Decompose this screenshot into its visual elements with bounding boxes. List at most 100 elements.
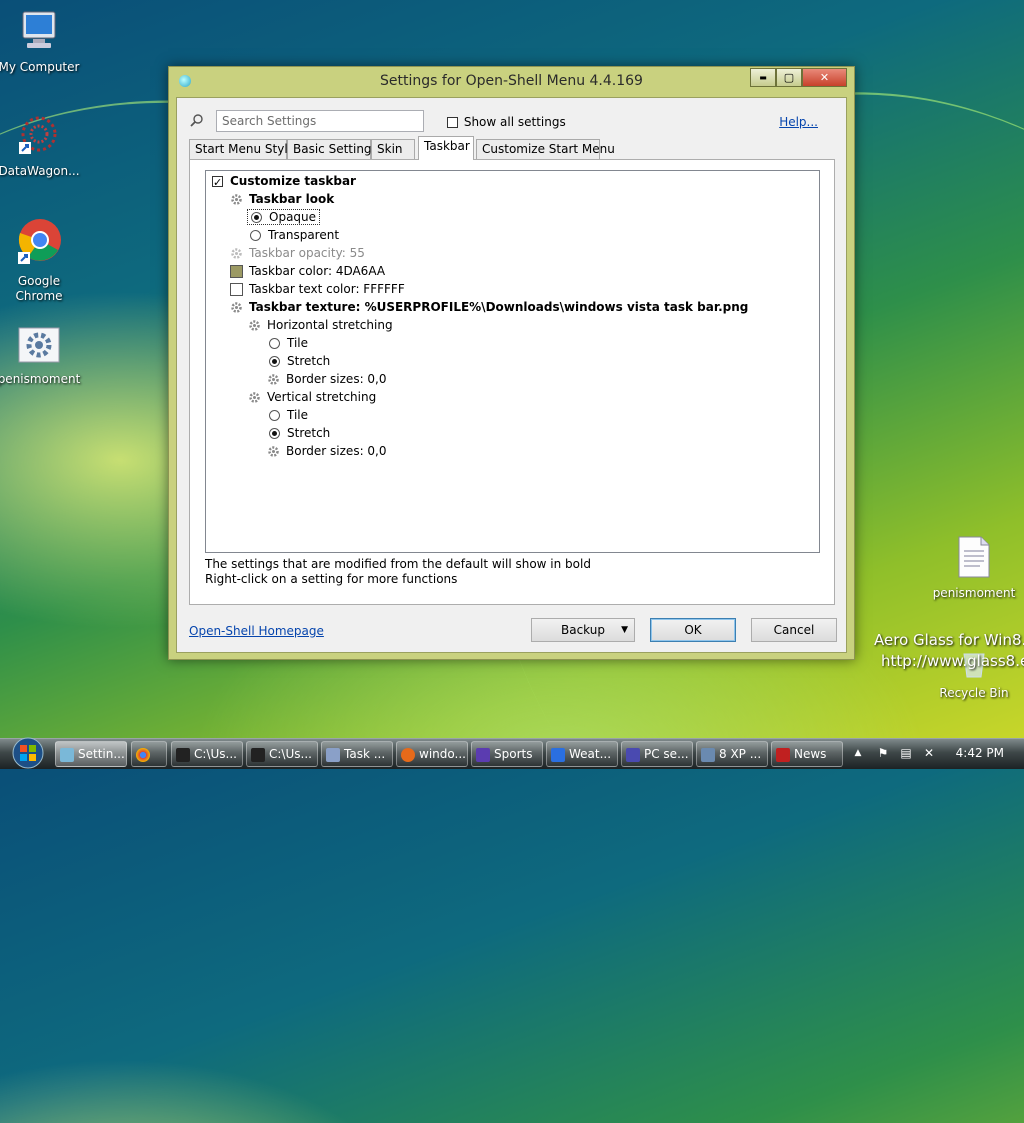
desktop-icon-label: Recycle Bin bbox=[939, 686, 1009, 700]
desktop-icon-datawagon[interactable]: DataWagon... bbox=[0, 114, 81, 179]
desktop-icon-penismoment-file[interactable]: penismoment bbox=[932, 536, 1016, 601]
v-stretch-radio[interactable] bbox=[269, 428, 280, 439]
setting-taskbar-opacity[interactable]: Taskbar opacity: 55 bbox=[230, 244, 365, 262]
network-icon[interactable]: ▤ bbox=[899, 746, 913, 760]
start-orb-icon[interactable] bbox=[4, 737, 46, 769]
ok-button[interactable]: OK bbox=[650, 618, 736, 642]
setting-taskbar-look[interactable]: Taskbar look bbox=[230, 190, 334, 208]
chrome-icon bbox=[18, 219, 61, 264]
setting-v-stretch[interactable]: Stretch bbox=[269, 424, 330, 442]
setting-h-border-sizes[interactable]: Border sizes: 0,0 bbox=[267, 370, 387, 388]
taskbar-item-firefox[interactable]: windo... bbox=[396, 741, 468, 767]
focused-item: Opaque bbox=[247, 209, 321, 225]
desktop-icon-label: penismoment bbox=[932, 586, 1016, 600]
setting-h-stretch[interactable]: Stretch bbox=[269, 352, 330, 370]
7zip-icon bbox=[251, 747, 265, 762]
footnote-right-click-hint: Right-click on a setting for more functi… bbox=[205, 572, 458, 586]
taskbar-item-label: Sports bbox=[494, 747, 533, 761]
datawagon-icon bbox=[19, 116, 57, 154]
dialog-client: Show all settings Help... Start Menu Sty… bbox=[176, 97, 847, 653]
cancel-button[interactable]: Cancel bbox=[751, 618, 837, 642]
volume-muted-icon[interactable]: ✕ bbox=[922, 746, 936, 760]
taskbar-item-7zip-2[interactable]: C:\Us... bbox=[246, 741, 318, 767]
setting-customize-taskbar[interactable]: Customize taskbar bbox=[212, 172, 356, 192]
taskbar: Settin... C:\Us... C:\Us... Task ... win… bbox=[0, 737, 1024, 769]
customize-taskbar-checkbox[interactable] bbox=[212, 174, 223, 192]
h-tile-radio[interactable] bbox=[269, 338, 280, 349]
v-tile-radio[interactable] bbox=[269, 410, 280, 421]
7zip-icon bbox=[176, 747, 190, 762]
gear-icon bbox=[268, 374, 279, 385]
maximize-button[interactable]: ▢ bbox=[776, 68, 802, 87]
setting-label: Stretch bbox=[287, 354, 331, 368]
show-hidden-icons-icon[interactable]: ▲ bbox=[851, 746, 865, 760]
opaque-radio[interactable] bbox=[251, 212, 262, 223]
backup-button[interactable]: Backup ▼ bbox=[531, 618, 635, 642]
trophy-icon bbox=[476, 747, 490, 762]
setting-label: Taskbar text color: FFFFFF bbox=[249, 282, 405, 296]
setting-label: Taskbar opacity: 55 bbox=[249, 246, 365, 260]
setting-label: Taskbar look bbox=[249, 192, 335, 206]
taskbar-item-pc-settings[interactable]: PC se... bbox=[621, 741, 693, 767]
taskbar-item-settings[interactable]: Settin... bbox=[55, 741, 127, 767]
setting-label: Taskbar texture: %USERPROFILE%\Downloads… bbox=[249, 300, 749, 314]
setting-horizontal-stretching[interactable]: Horizontal stretching bbox=[248, 316, 393, 334]
setting-label: Vertical stretching bbox=[267, 390, 377, 404]
setting-vertical-stretching[interactable]: Vertical stretching bbox=[248, 388, 376, 406]
taskbar-item-label: 8 XP ... bbox=[719, 747, 762, 761]
taskbar-tab-panel: Customize taskbar Taskbar look Opaque Tr… bbox=[189, 159, 835, 605]
taskbar-item-label: Settin... bbox=[78, 747, 125, 761]
setting-transparent[interactable]: Transparent bbox=[250, 226, 339, 244]
taskbar-item-8xp[interactable]: 8 XP ... bbox=[696, 741, 768, 767]
h-stretch-radio[interactable] bbox=[269, 356, 280, 367]
action-center-flag-icon[interactable]: ⚑ bbox=[876, 746, 890, 760]
setting-taskbar-texture[interactable]: Taskbar texture: %USERPROFILE%\Downloads… bbox=[230, 298, 748, 316]
desktop-icon-google-chrome[interactable]: Google Chrome bbox=[0, 218, 81, 304]
color-swatch[interactable] bbox=[230, 265, 243, 278]
setting-v-tile[interactable]: Tile bbox=[269, 406, 308, 424]
tab-skin[interactable]: Skin bbox=[371, 139, 415, 159]
footnote-bold-hint: The settings that are modified from the … bbox=[205, 557, 591, 571]
setting-label: Stretch bbox=[287, 426, 331, 440]
setting-opaque[interactable]: Opaque bbox=[247, 208, 321, 226]
desktop-icon-penismoment[interactable]: penismoment bbox=[0, 326, 81, 387]
taskbar-item-chrome[interactable] bbox=[131, 741, 167, 767]
window-icon bbox=[701, 747, 715, 762]
open-shell-homepage-link[interactable]: Open-Shell Homepage bbox=[189, 624, 324, 638]
watermark-line: Aero Glass for Win8.1 bbox=[874, 631, 1024, 649]
tab-basic-settings[interactable]: Basic Settings bbox=[287, 139, 378, 159]
help-link[interactable]: Help... bbox=[779, 115, 818, 129]
settings-tree[interactable]: Customize taskbar Taskbar look Opaque Tr… bbox=[205, 170, 820, 553]
clock[interactable]: 4:42 PM bbox=[956, 746, 1004, 760]
taskbar-item-news[interactable]: News bbox=[771, 741, 843, 767]
tab-start-menu-style[interactable]: Start Menu Style bbox=[189, 139, 295, 159]
tab-customize-start-menu[interactable]: Customize Start Menu bbox=[476, 139, 615, 159]
taskbar-item-7zip-1[interactable]: C:\Us... bbox=[171, 741, 243, 767]
checkbox-box[interactable] bbox=[447, 117, 458, 128]
settings-window: Settings for Open-Shell Menu 4.4.169 ▬ ▢… bbox=[168, 66, 855, 660]
close-button[interactable]: ✕ bbox=[802, 68, 847, 87]
setting-taskbar-text-color[interactable]: Taskbar text color: FFFFFF bbox=[230, 280, 405, 298]
taskbar-item-label: windo... bbox=[419, 747, 466, 761]
search-input[interactable] bbox=[216, 110, 424, 132]
taskbar-item-weather[interactable]: Weat... bbox=[546, 741, 618, 767]
setting-taskbar-color[interactable]: Taskbar color: 4DA6AA bbox=[230, 262, 385, 280]
transparent-radio[interactable] bbox=[250, 230, 261, 241]
minimize-button[interactable]: ▬ bbox=[750, 68, 776, 87]
show-all-settings-checkbox[interactable]: Show all settings bbox=[447, 115, 566, 129]
text-file-icon bbox=[958, 536, 990, 578]
watermark-line: http://www.glass8.eu bbox=[881, 652, 1024, 670]
title-bar[interactable]: Settings for Open-Shell Menu 4.4.169 ▬ ▢… bbox=[169, 67, 854, 97]
gear-icon bbox=[231, 302, 242, 313]
desktop-icon-my-computer[interactable]: My Computer bbox=[0, 10, 81, 75]
setting-label: Taskbar color: 4DA6AA bbox=[249, 264, 386, 278]
taskbar-item-sports[interactable]: Sports bbox=[471, 741, 543, 767]
setting-h-tile[interactable]: Tile bbox=[269, 334, 308, 352]
setting-label: Tile bbox=[287, 336, 309, 350]
text-color-swatch[interactable] bbox=[230, 283, 243, 296]
taskbar-item-task-manager[interactable]: Task ... bbox=[321, 741, 393, 767]
tab-taskbar[interactable]: Taskbar bbox=[418, 136, 474, 160]
backup-label: Backup bbox=[561, 623, 605, 637]
taskbar-item-label: News bbox=[794, 747, 827, 761]
setting-v-border-sizes[interactable]: Border sizes: 0,0 bbox=[267, 442, 387, 460]
